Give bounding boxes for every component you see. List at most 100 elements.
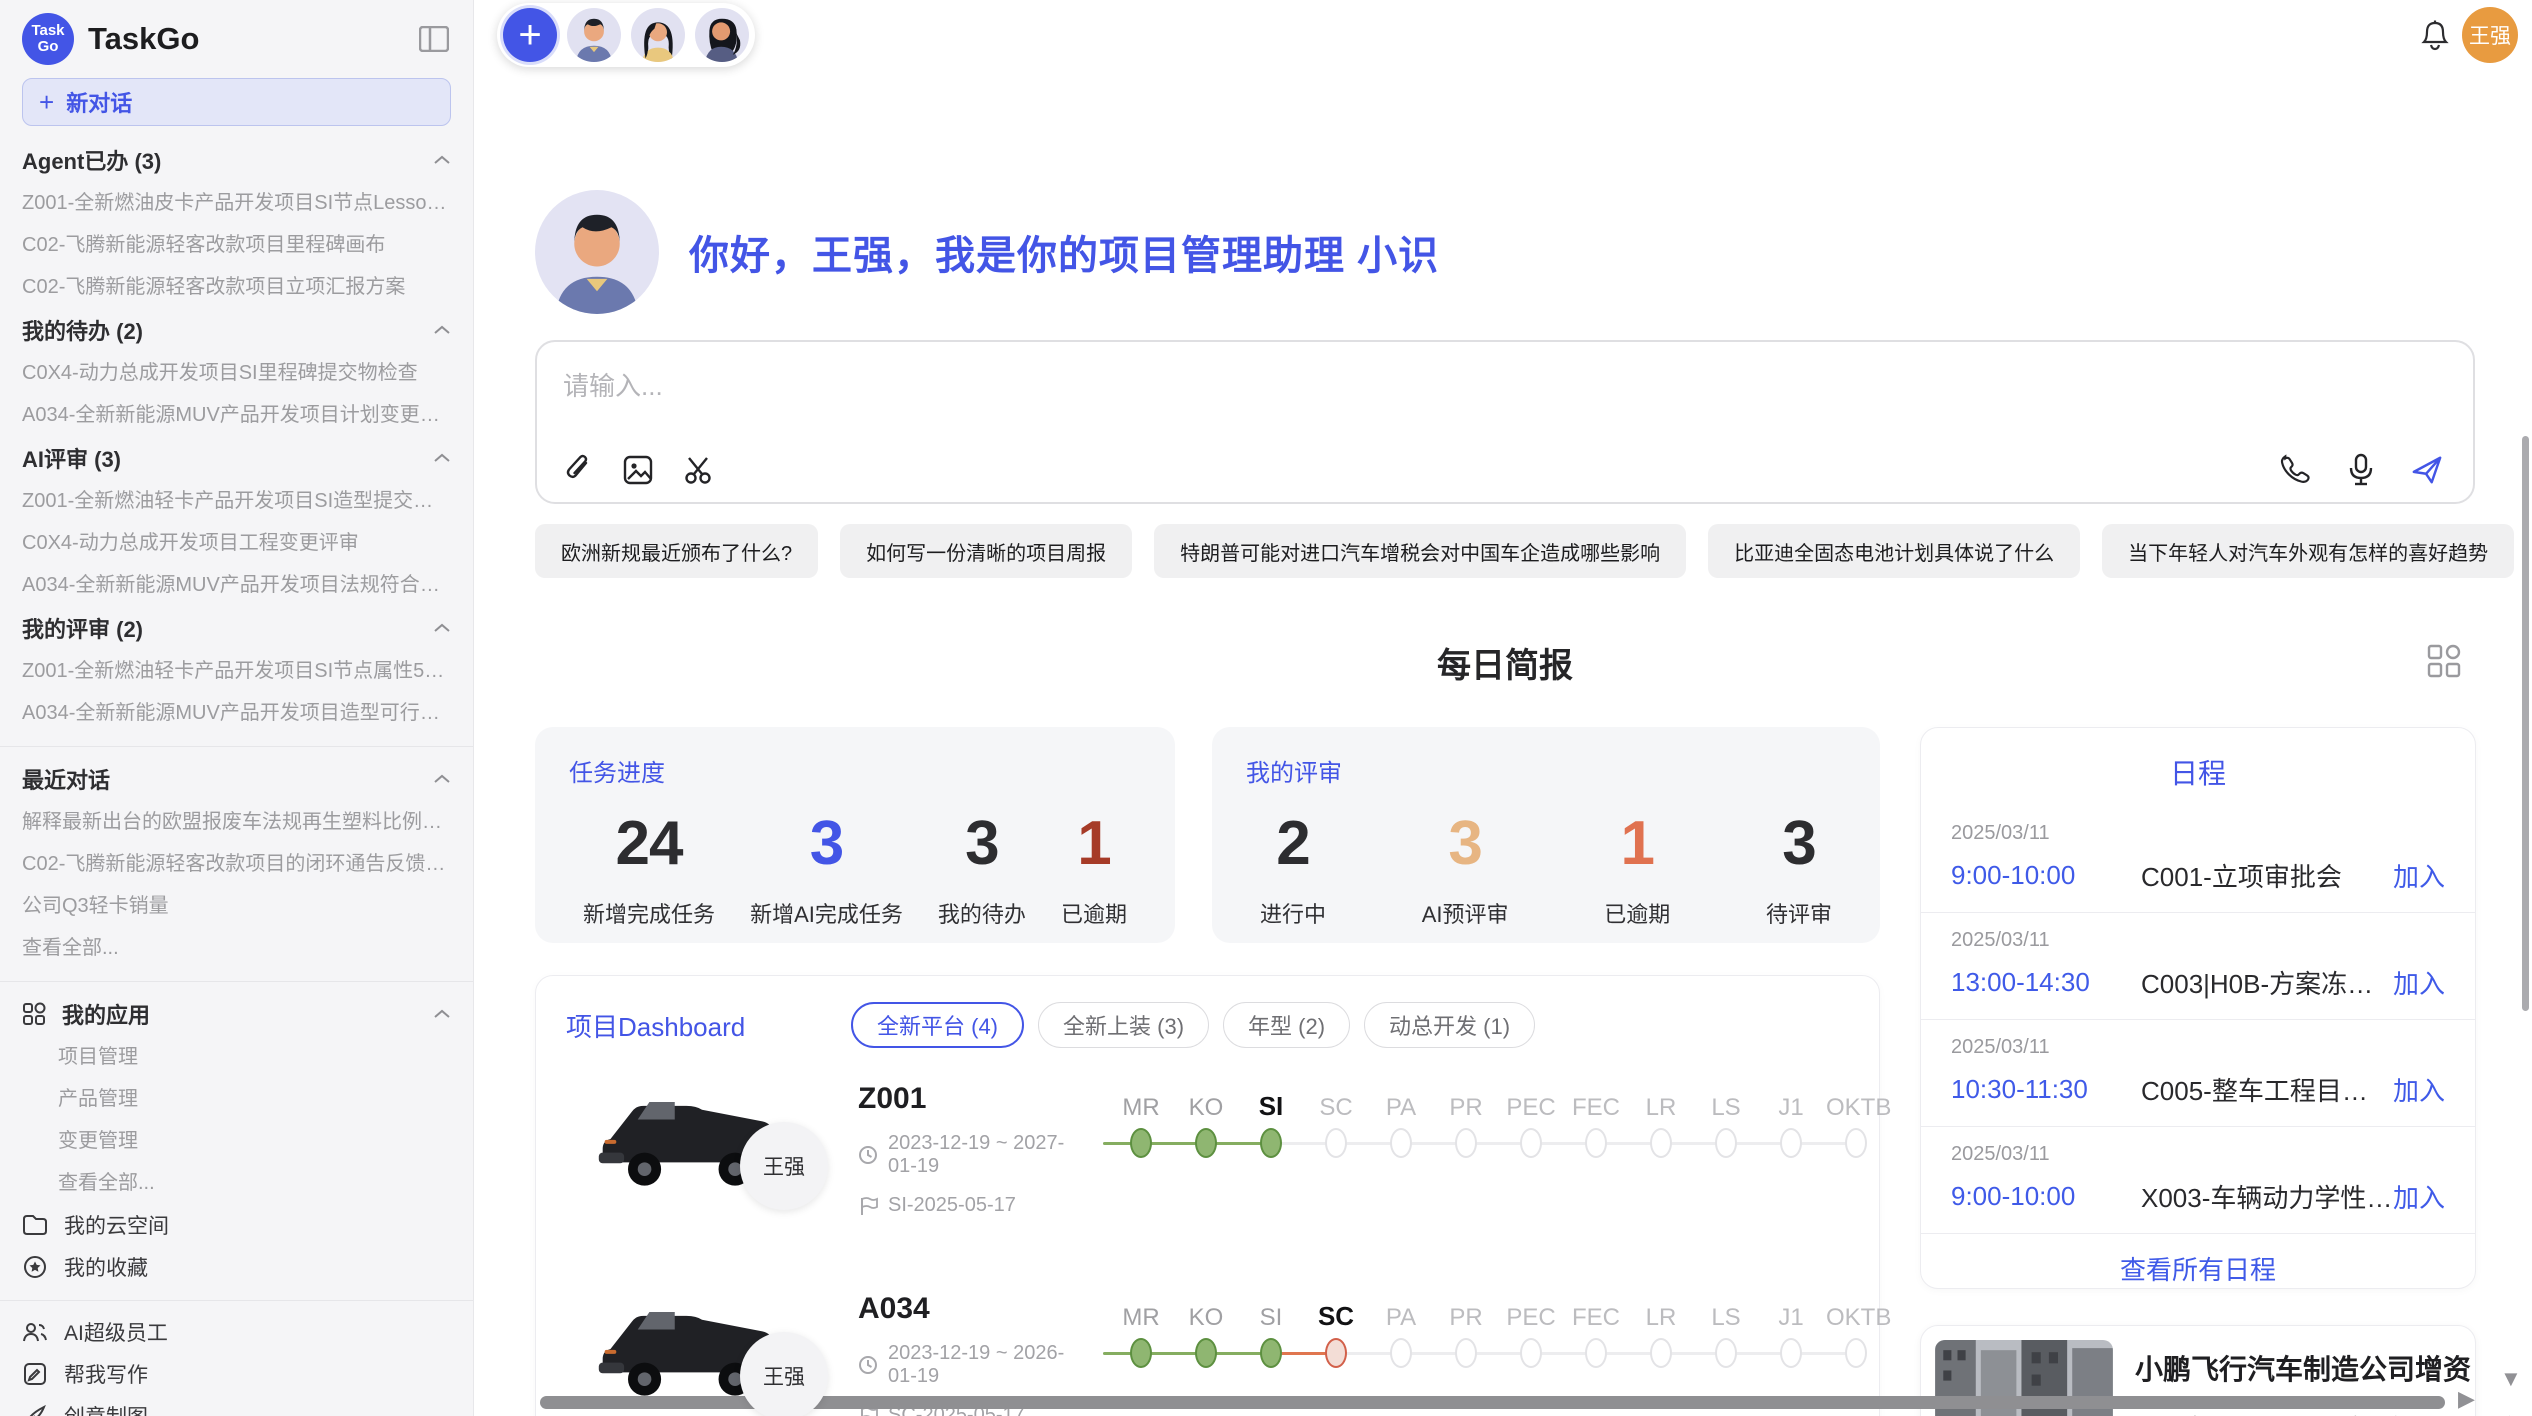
horizontal-scrollbar-thumb[interactable] <box>540 1396 2445 1409</box>
stat-value: 1 <box>1604 808 1670 879</box>
filter-chip-upfit[interactable]: 全新上装 (3) <box>1038 1002 1209 1048</box>
app-item-product-mgmt[interactable]: 产品管理 <box>22 1078 451 1120</box>
chevron-up-icon <box>433 774 451 784</box>
send-icon[interactable] <box>2411 454 2443 486</box>
recent-chat-item[interactable]: 解释最新出台的欧盟报废车法规再生塑料比例被调至15%... <box>22 801 451 843</box>
recent-chat-item[interactable]: C02-飞腾新能源轻客改款项目的闭环通告反馈情况 <box>22 843 451 885</box>
stat-review-overdue: 1 已逾期 <box>1604 808 1670 929</box>
scissors-icon[interactable] <box>683 454 715 486</box>
sidebar-item[interactable]: A034-全新新能源MUV产品开发项目法规符合性评审 <box>22 564 451 606</box>
dashboard-filters: 全新平台 (4) 全新上装 (3) 年型 (2) 动总开发 (1) <box>851 1002 1535 1048</box>
schedule-name: C001-立项审批会 <box>2141 857 2393 894</box>
app-item-project-mgmt[interactable]: 项目管理 <box>22 1036 451 1078</box>
sidebar-item[interactable]: A034-全新新能源MUV产品开发项目计划变更表编写 <box>22 394 451 436</box>
schedule-name: C005-整车工程目标评审 <box>2141 1071 2393 1108</box>
project-owner-avatar: 王强 <box>740 1332 828 1416</box>
stat-label: 待评审 <box>1766 897 1832 929</box>
milestone-dot <box>1260 1128 1282 1158</box>
schedule-row: 10:30-11:30 C005-整车工程目标评审 加入 <box>1951 1071 2445 1108</box>
schedule-item: 2025/03/11 9:00-10:00 X003-车辆动力学性能验... 加… <box>1921 1127 2475 1234</box>
project-info: Z001 2023-12-19 ~ 2027-01-19 SI-2025-05-… <box>858 1076 1093 1217</box>
section-ai-review[interactable]: AI评审 (3) <box>22 436 451 480</box>
notification-bell-icon[interactable] <box>2420 20 2450 52</box>
sidebar-item[interactable]: C02-飞腾新能源轻客改款项目立项汇报方案 <box>22 266 451 308</box>
new-chat-button[interactable]: + 新对话 <box>22 78 451 126</box>
sidebar-item-favorites[interactable]: 我的收藏 <box>22 1246 451 1288</box>
my-reviews-card: 我的评审 2 进行中 3 AI预评审 1 已逾期 3 待评审 <box>1212 727 1880 943</box>
scroll-right-arrow-icon[interactable]: ▶ <box>2458 1386 2475 1412</box>
phone-icon[interactable] <box>2279 454 2311 486</box>
section-recent-chats[interactable]: 最近对话 <box>22 757 451 801</box>
sidebar-item[interactable]: C0X4-动力总成开发项目SI里程碑提交物检查 <box>22 352 451 394</box>
apps-view-all[interactable]: 查看全部... <box>22 1162 451 1204</box>
milestone-label: SC <box>1306 1094 1366 1122</box>
layout-grid-icon[interactable] <box>2425 642 2463 680</box>
sidebar-item-creative-drawing[interactable]: 创意制图 <box>22 1395 451 1416</box>
view-all-schedule-link[interactable]: 查看所有日程 <box>1921 1234 2475 1289</box>
schedule-date: 2025/03/11 <box>1951 1036 2445 1059</box>
project-row[interactable]: 王强 Z001 2023-12-19 ~ 2027-01-19 SI-2025-… <box>536 1076 1879 1226</box>
stat-value: 3 <box>938 808 1026 879</box>
image-icon[interactable] <box>623 454 655 486</box>
schedule-list: 2025/03/11 9:00-10:00 C001-立项审批会 加入 2025… <box>1921 806 2475 1234</box>
section-agent-done[interactable]: Agent已办 (3) <box>22 138 451 182</box>
scroll-down-arrow-icon[interactable]: ▼ <box>2500 1366 2522 1392</box>
milestone-dot <box>1260 1338 1282 1368</box>
filter-chip-model-year[interactable]: 年型 (2) <box>1223 1002 1350 1048</box>
suggestion-chip[interactable]: 特朗普可能对进口汽车增税会对中国车企造成哪些影响 <box>1154 524 1686 578</box>
app-root: Task Go TaskGo + 新对话 Agent已办 (3) Z001-全新… <box>0 0 2532 1416</box>
sidebar-item-ai-super-staff[interactable]: AI超级员工 <box>22 1311 451 1353</box>
schedule-time: 10:30-11:30 <box>1951 1074 2141 1105</box>
suggestion-chip[interactable]: 欧洲新规最近颁布了什么? <box>535 524 818 578</box>
recent-chats-view-all[interactable]: 查看全部... <box>22 927 451 969</box>
milestone-dot <box>1650 1338 1672 1368</box>
dashboard-header: 项目Dashboard 全新平台 (4) 全新上装 (3) 年型 (2) 动总开… <box>536 976 1879 1048</box>
chat-input[interactable]: 请输入... <box>535 340 2475 504</box>
add-agent-button[interactable]: + <box>503 8 557 62</box>
join-button[interactable]: 加入 <box>2393 1178 2445 1215</box>
sidebar-item[interactable]: Z001-全新燃油皮卡产品开发项目SI节点Lesson Learn报告 <box>22 182 451 224</box>
app-item-change-mgmt[interactable]: 变更管理 <box>22 1120 451 1162</box>
milestone-dot <box>1195 1338 1217 1368</box>
sidebar-collapse-icon[interactable] <box>419 26 449 52</box>
chevron-up-icon <box>433 623 451 633</box>
sidebar-item-help-me-write[interactable]: 帮我写作 <box>22 1353 451 1395</box>
suggestion-chip[interactable]: 比亚迪全固态电池计划具体说了什么 <box>1708 524 2080 578</box>
vertical-scrollbar-thumb[interactable] <box>2522 436 2529 1011</box>
sidebar-item-label: 我的收藏 <box>64 1252 148 1282</box>
sidebar-item[interactable]: Z001-全新燃油轻卡产品开发项目SI节点属性5D文件评审 <box>22 650 451 692</box>
sidebar-item[interactable]: C02-飞腾新能源轻客改款项目里程碑画布 <box>22 224 451 266</box>
filter-chip-platform[interactable]: 全新平台 (4) <box>851 1002 1024 1048</box>
milestone-label: SI <box>1241 1304 1301 1332</box>
join-button[interactable]: 加入 <box>2393 857 2445 894</box>
sidebar-item-label: 我的云空间 <box>64 1210 169 1240</box>
filter-chip-powertrain[interactable]: 动总开发 (1) <box>1364 1002 1535 1048</box>
section-my-todos[interactable]: 我的待办 (2) <box>22 308 451 352</box>
join-button[interactable]: 加入 <box>2393 1071 2445 1108</box>
attachment-icon[interactable] <box>563 454 595 486</box>
section-my-apps[interactable]: 我的应用 <box>22 992 451 1036</box>
schedule-date: 2025/03/11 <box>1951 1143 2445 1166</box>
section-title: 我的评审 (2) <box>22 612 143 644</box>
greeting-title: 你好，王强，我是你的项目管理助理 小识 <box>689 223 1439 281</box>
milestone-dot <box>1390 1338 1412 1368</box>
suggestion-chip[interactable]: 当下年轻人对汽车外观有怎样的喜好趋势 <box>2102 524 2514 578</box>
dashboard-title: 项目Dashboard <box>566 1007 851 1044</box>
agent-avatar-2[interactable] <box>631 8 685 62</box>
suggestion-chip[interactable]: 如何写一份清晰的项目周报 <box>840 524 1132 578</box>
agent-avatar-1[interactable] <box>567 8 621 62</box>
agent-avatar-3[interactable] <box>695 8 749 62</box>
user-avatar[interactable]: 王强 <box>2462 7 2518 63</box>
join-button[interactable]: 加入 <box>2393 964 2445 1001</box>
recent-chat-item[interactable]: 公司Q3轻卡销量 <box>22 885 451 927</box>
sidebar-item-label: AI超级员工 <box>64 1317 168 1347</box>
sidebar-item[interactable]: A034-全新新能源MUV产品开发项目造型可行性评审 <box>22 692 451 734</box>
sidebar-item[interactable]: C0X4-动力总成开发项目工程变更评审 <box>22 522 451 564</box>
section-title: 我的待办 (2) <box>22 314 143 346</box>
owner-name: 王强 <box>763 1151 805 1181</box>
sidebar-item-cloud-space[interactable]: 我的云空间 <box>22 1204 451 1246</box>
microphone-icon[interactable] <box>2345 454 2377 486</box>
sidebar-item[interactable]: Z001-全新燃油轻卡产品开发项目SI造型提交物评审 <box>22 480 451 522</box>
section-my-reviews[interactable]: 我的评审 (2) <box>22 606 451 650</box>
milestone-label: MR <box>1111 1094 1171 1122</box>
